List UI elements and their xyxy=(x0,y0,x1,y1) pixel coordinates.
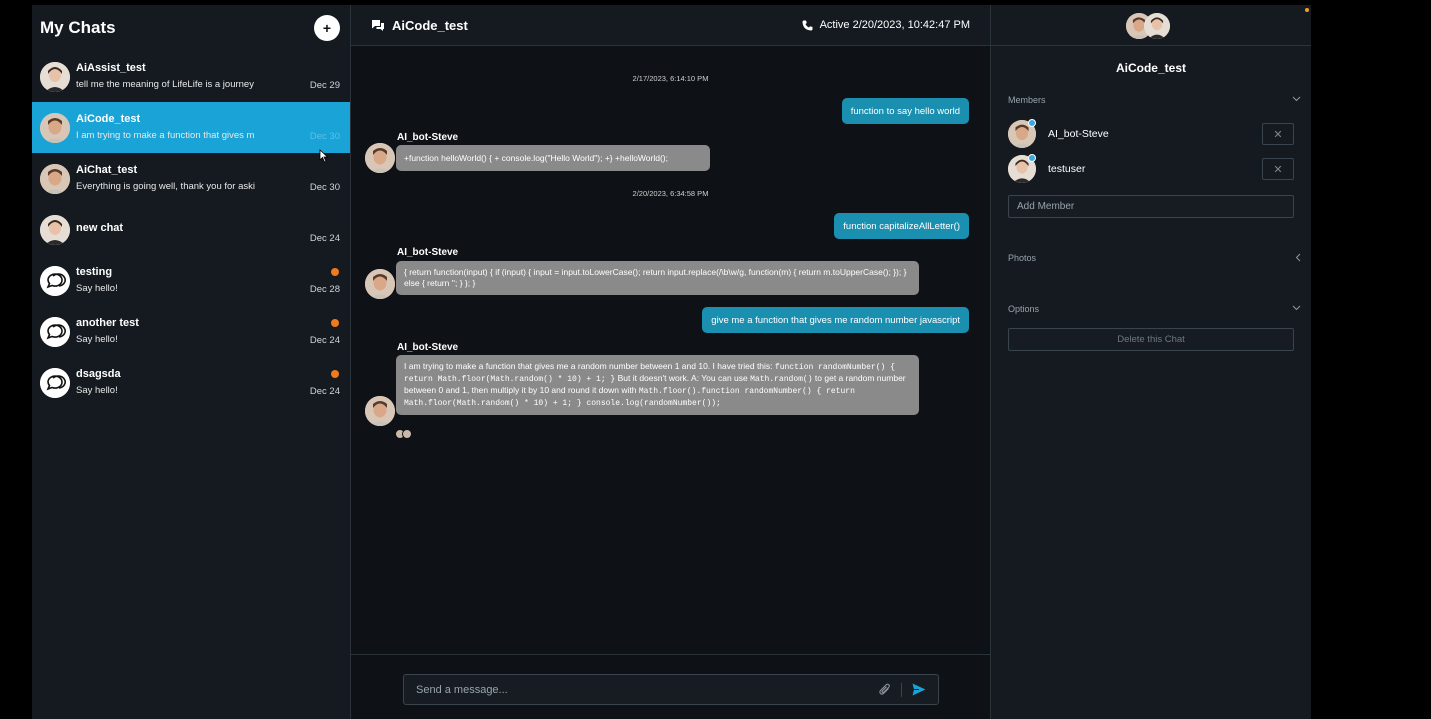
chat-date: Dec 30 xyxy=(309,131,340,142)
chat-bubbles-icon xyxy=(371,19,385,32)
chevron-down-icon[interactable] xyxy=(1292,96,1301,102)
message-composer xyxy=(403,674,939,705)
online-indicator xyxy=(1028,154,1036,162)
online-indicator xyxy=(1028,119,1036,127)
chat-date: Dec 29 xyxy=(309,80,340,91)
unread-indicator xyxy=(331,319,339,327)
chat-bubble-icon xyxy=(40,367,70,398)
avatar xyxy=(40,163,70,194)
chat-preview: Say hello! xyxy=(76,283,118,294)
member-name: AI_bot-Steve xyxy=(1048,128,1109,140)
outgoing-message: give me a function that gives me random … xyxy=(702,307,969,333)
chat-preview: Say hello! xyxy=(76,385,118,396)
avatar xyxy=(40,214,70,245)
paperclip-icon[interactable] xyxy=(879,683,891,696)
bot-avatar xyxy=(365,396,395,426)
message-timestamp: 2/20/2023, 6:34:58 PM xyxy=(632,189,709,198)
member-row: AI_bot-Steve ✕ xyxy=(1008,119,1294,148)
chat-item-aichat[interactable]: AiChat_test Everything is going well, th… xyxy=(32,153,350,204)
chat-item-another-test[interactable]: another test Say hello! Dec 24 xyxy=(32,306,350,357)
chevron-down-icon[interactable] xyxy=(1292,305,1301,311)
chat-bubble-icon xyxy=(40,316,70,347)
chat-date: Dec 24 xyxy=(309,386,340,397)
chat-header: AiCode_test Active 2/20/2023, 10:42:47 P… xyxy=(351,5,990,46)
incoming-message: { return function(input) { if (input) { … xyxy=(396,261,919,295)
message-text: I am trying to make a function that give… xyxy=(404,361,775,371)
chat-item-testing[interactable]: testing Say hello! Dec 28 xyxy=(32,255,350,306)
message-timestamp: 2/17/2023, 6:14:10 PM xyxy=(632,74,709,83)
photos-section-label[interactable]: Photos xyxy=(1008,253,1036,263)
chat-item-new-chat[interactable]: new chat Dec 24 xyxy=(32,204,350,255)
chat-preview: Say hello! xyxy=(76,334,118,345)
chat-preview: tell me the meaning of LifeLife is a jou… xyxy=(76,79,254,90)
composer-bar xyxy=(351,654,990,719)
member-row: testuser ✕ xyxy=(1008,154,1294,183)
message-input[interactable] xyxy=(416,683,879,696)
incoming-message: +function helloWorld() { + console.log("… xyxy=(396,145,710,171)
phone-icon[interactable] xyxy=(802,20,813,31)
sender-name: AI_bot-Steve xyxy=(397,342,459,353)
chat-window: AiCode_test Active 2/20/2023, 10:42:47 P… xyxy=(351,5,991,719)
sidebar-title: My Chats xyxy=(40,18,116,37)
chat-date: Dec 24 xyxy=(309,233,340,244)
notification-dot xyxy=(1305,8,1309,12)
chat-preview: I am trying to make a function that give… xyxy=(76,130,255,141)
avatar xyxy=(40,112,70,143)
sender-name: AI_bot-Steve xyxy=(397,247,459,258)
chat-bubble-icon xyxy=(40,265,70,296)
chat-date: Dec 30 xyxy=(309,182,340,193)
mouse-cursor-icon xyxy=(319,149,329,163)
chat-app: My Chats + AiAssist_test tell me the mea… xyxy=(32,5,1311,719)
incoming-message: I am trying to make a function that give… xyxy=(396,355,919,415)
chat-info-name: AiCode_test xyxy=(1115,61,1186,75)
participant-avatars xyxy=(1126,13,1170,39)
chat-preview: Everything is going well, thank you for … xyxy=(76,181,256,192)
unread-indicator xyxy=(331,268,339,276)
message-text: But it doesn't work. A: You can use xyxy=(615,373,751,383)
message-list[interactable]: 2/17/2023, 6:14:10 PM function to say he… xyxy=(351,46,990,654)
chat-info-panel: AiCode_test Members AI_bot-Steve ✕ testu… xyxy=(991,5,1311,719)
chat-date: Dec 28 xyxy=(309,284,340,295)
send-icon[interactable] xyxy=(912,683,926,696)
chat-title: AiCode_test xyxy=(392,17,468,33)
add-member-input[interactable] xyxy=(1008,195,1294,218)
read-receipts xyxy=(395,429,412,439)
chat-list-sidebar: My Chats + AiAssist_test tell me the mea… xyxy=(32,5,351,719)
delete-chat-button[interactable]: Delete this Chat xyxy=(1008,328,1294,351)
sidebar-header: My Chats + xyxy=(32,5,350,51)
avatar xyxy=(1144,13,1170,39)
avatar xyxy=(40,61,70,92)
code-snippet: Math.random() xyxy=(750,375,813,384)
chat-item-dsagsda[interactable]: dsagsda Say hello! Dec 24 xyxy=(32,357,350,408)
read-receipt-avatar xyxy=(402,429,412,439)
chat-item-aicode[interactable]: AiCode_test I am trying to make a functi… xyxy=(32,102,350,153)
chat-date: Dec 24 xyxy=(309,335,340,346)
chat-item-aiassist[interactable]: AiAssist_test tell me the meaning of Lif… xyxy=(32,51,350,102)
bot-avatar xyxy=(365,143,395,173)
unread-indicator xyxy=(331,370,339,378)
members-section-label[interactable]: Members xyxy=(1008,95,1046,105)
options-section-label[interactable]: Options xyxy=(1008,304,1039,314)
remove-member-button[interactable]: ✕ xyxy=(1262,123,1294,145)
chevron-left-icon[interactable] xyxy=(1295,253,1301,262)
bot-avatar xyxy=(365,269,395,299)
sender-name: AI_bot-Steve xyxy=(397,132,459,143)
outgoing-message: function capitalizeAllLetter() xyxy=(834,213,969,239)
outgoing-message: function to say hello world xyxy=(841,98,969,124)
info-panel-header xyxy=(991,5,1311,46)
active-status: Active 2/20/2023, 10:42:47 PM xyxy=(819,19,970,31)
remove-member-button[interactable]: ✕ xyxy=(1262,158,1294,180)
member-name: testuser xyxy=(1048,163,1086,175)
divider xyxy=(901,682,902,697)
new-chat-button[interactable]: + xyxy=(314,15,340,41)
